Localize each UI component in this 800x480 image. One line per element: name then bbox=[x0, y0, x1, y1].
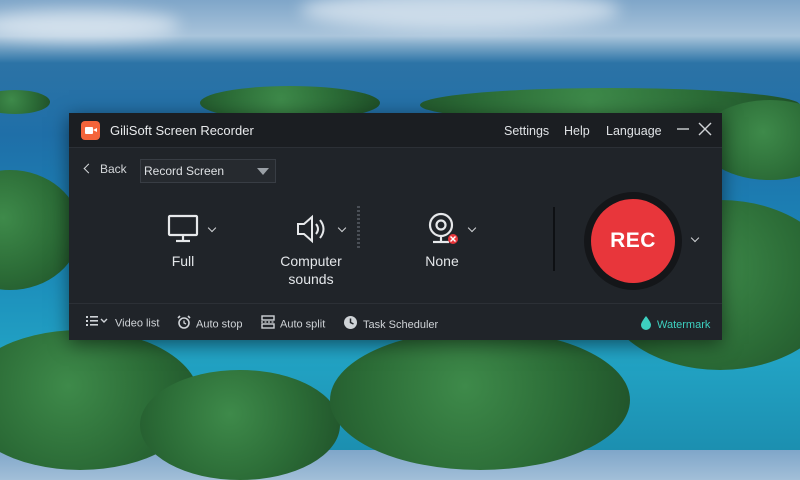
recorder-window: GiliSoft Screen Recorder Settings Help L… bbox=[69, 113, 722, 340]
audio-label-line1: Computer bbox=[280, 253, 342, 269]
webcam-icon bbox=[428, 212, 458, 244]
task-scheduler-label: Task Scheduler bbox=[363, 318, 439, 331]
mode-select[interactable]: Record Screen bbox=[140, 159, 276, 183]
watermark-label: Watermark bbox=[657, 318, 711, 331]
monitor-icon bbox=[167, 214, 199, 243]
rec-button[interactable]: REC bbox=[591, 199, 675, 283]
audio-label-line2: sounds bbox=[288, 271, 334, 287]
split-icon bbox=[261, 315, 275, 332]
app-title: GiliSoft Screen Recorder bbox=[110, 123, 254, 138]
auto-stop-button[interactable]: Auto stop bbox=[177, 315, 243, 333]
chevron-left-icon bbox=[83, 163, 94, 174]
watermark-button[interactable]: Watermark bbox=[640, 316, 710, 334]
video-list-label: Video list bbox=[115, 317, 160, 330]
back-button[interactable]: Back bbox=[83, 162, 127, 176]
auto-split-button[interactable]: Auto split bbox=[261, 315, 326, 333]
speaker-icon bbox=[297, 214, 325, 244]
menu-help[interactable]: Help bbox=[564, 124, 590, 138]
mode-select-value: Record Screen bbox=[144, 164, 225, 178]
task-scheduler-button[interactable]: Task Scheduler bbox=[343, 316, 438, 334]
screen-source-button[interactable] bbox=[167, 213, 199, 245]
menu-language[interactable]: Language bbox=[606, 124, 662, 138]
dropdown-arrow-icon bbox=[257, 168, 269, 175]
webcam-source-button[interactable] bbox=[426, 212, 460, 246]
close-icon[interactable] bbox=[695, 119, 715, 139]
audio-options-chevron[interactable] bbox=[337, 223, 347, 233]
title-bar: GiliSoft Screen Recorder Settings Help L… bbox=[69, 113, 722, 148]
list-icon bbox=[86, 315, 110, 330]
screen-options-chevron[interactable] bbox=[207, 223, 217, 233]
camera-logo-icon bbox=[81, 121, 100, 140]
minimize-icon[interactable] bbox=[673, 119, 693, 139]
vertical-divider bbox=[553, 207, 555, 271]
auto-split-label: Auto split bbox=[280, 318, 326, 331]
clock-icon bbox=[343, 315, 358, 333]
rec-options-chevron[interactable] bbox=[690, 233, 700, 243]
webcam-options-chevron[interactable] bbox=[467, 223, 477, 233]
audio-level-meter bbox=[357, 206, 360, 248]
auto-stop-label: Auto stop bbox=[196, 318, 243, 331]
webcam-source-label: None bbox=[425, 253, 459, 269]
back-label: Back bbox=[100, 162, 127, 176]
bottom-toolbar: Video list Auto stop Auto split Task Sch… bbox=[69, 303, 722, 341]
menu-settings[interactable]: Settings bbox=[504, 124, 549, 138]
screen-source-label: Full bbox=[171, 253, 195, 269]
water-drop-icon bbox=[640, 315, 652, 333]
audio-source-button[interactable] bbox=[295, 213, 331, 245]
audio-source-label: Computer sounds bbox=[251, 252, 371, 288]
video-list-button[interactable]: Video list bbox=[86, 316, 159, 331]
alarm-clock-icon bbox=[177, 315, 191, 332]
